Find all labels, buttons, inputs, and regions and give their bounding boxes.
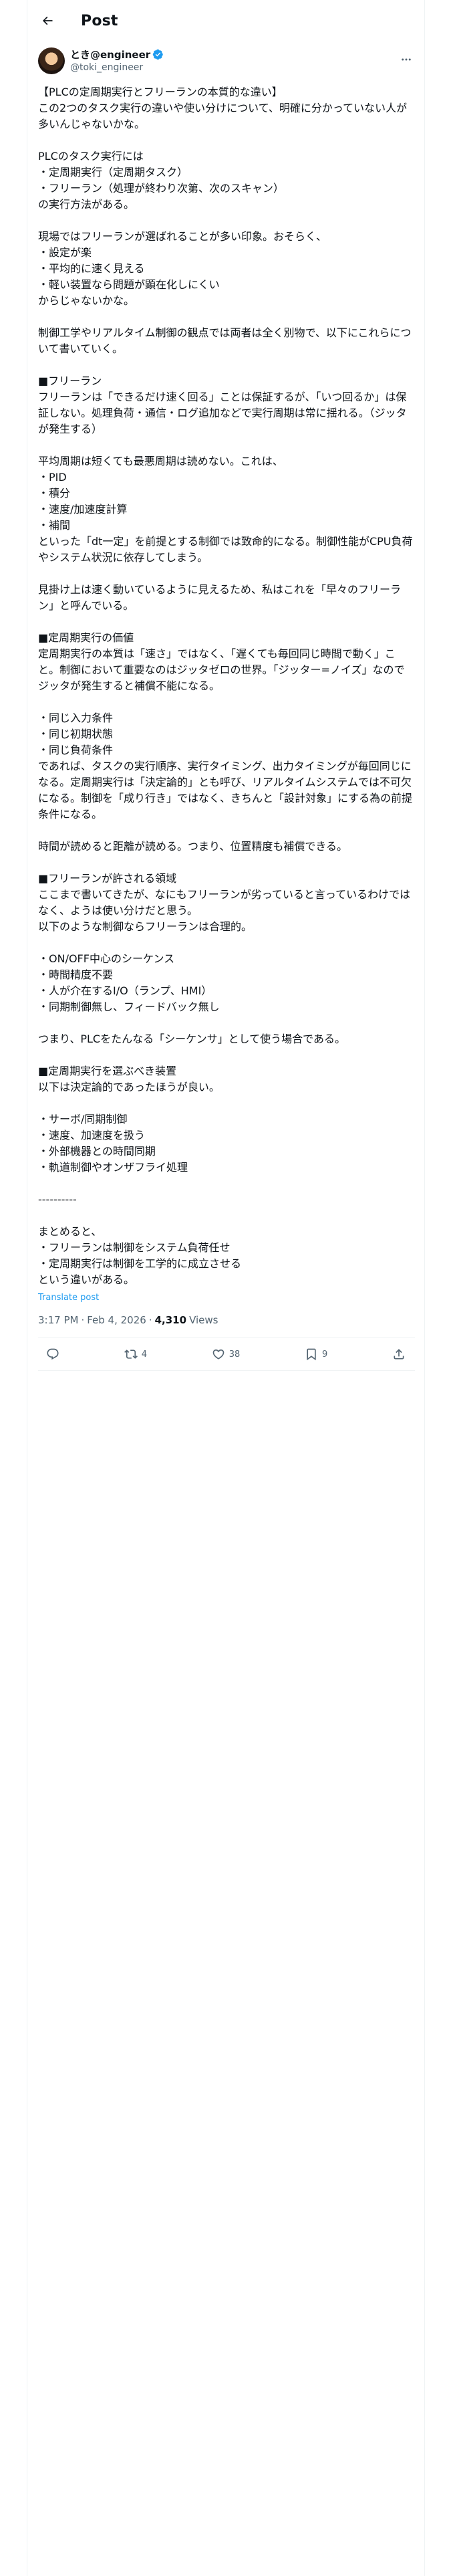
more-dots-icon	[402, 58, 411, 61]
translate-post-link[interactable]: Translate post	[38, 1292, 99, 1304]
verified-badge-icon	[152, 49, 163, 60]
share-button[interactable]	[392, 1348, 406, 1361]
reply-button[interactable]	[46, 1348, 59, 1361]
meta-separator: ·	[148, 1314, 152, 1326]
repost-button[interactable]: 4	[124, 1348, 147, 1361]
post-time[interactable]: 3:17 PM	[38, 1313, 78, 1327]
back-button[interactable]	[34, 7, 61, 34]
post-date[interactable]: Feb 4, 2026	[87, 1313, 146, 1327]
avatar[interactable]	[38, 47, 65, 74]
bookmark-count: 9	[321, 1349, 328, 1360]
bookmark-icon	[307, 1348, 316, 1361]
post: とき@engineer @toki_engineer 【PLCの定周期実行とフリ…	[27, 41, 426, 1371]
main-column: Post とき@engineer @toki_engineer 【PLCの定周期…	[27, 0, 425, 2576]
share-icon	[394, 1349, 404, 1360]
bookmark-button[interactable]: 9	[305, 1348, 327, 1361]
post-meta: 3:17 PM · Feb 4, 2026 · 4,310 Views	[38, 1313, 415, 1327]
views-label: Views	[189, 1314, 218, 1326]
top-bar: Post	[27, 0, 426, 41]
like-button[interactable]: 38	[212, 1348, 241, 1361]
like-count: 38	[229, 1349, 241, 1360]
reply-icon	[47, 1348, 59, 1360]
meta-separator: ·	[81, 1314, 85, 1326]
author-display-name[interactable]: とき@engineer	[70, 48, 150, 62]
author-name-row: とき@engineer	[70, 48, 164, 62]
author-names: とき@engineer @toki_engineer	[70, 48, 164, 74]
arrow-left-icon	[42, 16, 53, 25]
views-count: 4,310	[154, 1314, 187, 1326]
repost-count: 4	[141, 1349, 147, 1360]
action-bar: 4 38 9	[38, 1338, 415, 1370]
divider	[38, 1370, 415, 1371]
page-title: Post	[81, 12, 118, 29]
post-text: 【PLCの定周期実行とフリーランの本質的な違い】 この2つのタスク実行の違いや使…	[38, 86, 413, 1286]
heart-icon	[212, 1349, 224, 1360]
author-row: とき@engineer @toki_engineer	[38, 44, 415, 78]
more-options-button[interactable]	[398, 52, 415, 67]
author-handle[interactable]: @toki_engineer	[70, 62, 164, 74]
repost-icon	[124, 1350, 138, 1359]
